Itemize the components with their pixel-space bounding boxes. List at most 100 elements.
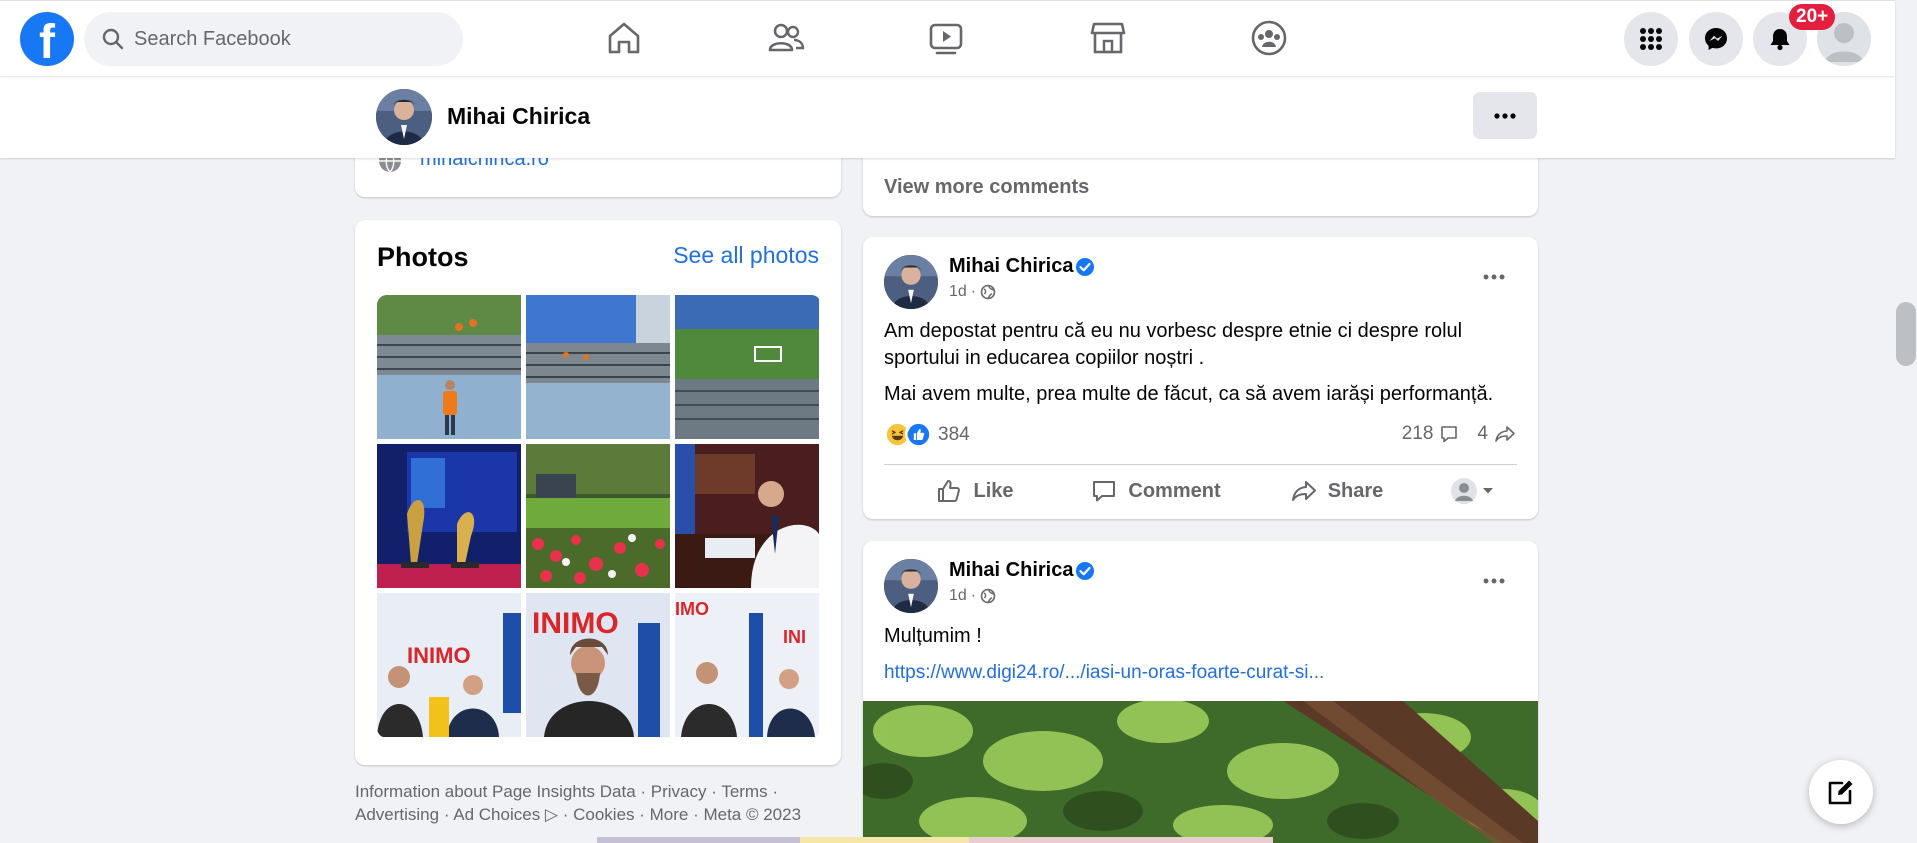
view-more-comments-link[interactable]: View more comments [884, 176, 1089, 199]
photo-thumbnail[interactable] [377, 295, 521, 439]
watch-icon [929, 23, 963, 55]
search-input[interactable] [134, 12, 444, 66]
next-image-edge [597, 837, 1273, 843]
post-author-avatar[interactable] [884, 255, 938, 309]
share-button[interactable]: Share [1246, 470, 1427, 512]
more-horizontal-icon [1483, 578, 1505, 584]
post-timestamp[interactable]: 1d [949, 283, 967, 301]
post-meta: 1d · [949, 283, 996, 301]
post-text-paragraph: Mai avem multe, prea multe de făcut, ca … [884, 383, 1494, 405]
see-all-photos-link[interactable]: See all photos [673, 242, 819, 269]
svg-text:IMO: IMO [675, 599, 709, 619]
search-icon [102, 28, 124, 50]
like-button[interactable]: Like [884, 470, 1065, 512]
football-pitch-image [675, 295, 819, 439]
marketplace-icon [1090, 22, 1126, 54]
panel-discussion-image: IMO INI [675, 593, 819, 737]
post-options-button[interactable] [1472, 559, 1516, 603]
portrait-image [884, 255, 938, 309]
desk-signing-image [675, 444, 819, 588]
photo-grid: INIMO INIMO IMO INI [377, 295, 821, 738]
meta-separator: · [970, 587, 977, 604]
nav-friends[interactable] [767, 19, 805, 57]
scrollbar-thumb[interactable] [1896, 302, 1916, 366]
tree-foliage-image [863, 701, 1538, 843]
reaction-summary[interactable]: 384 [884, 421, 970, 448]
public-globe-icon [980, 588, 996, 604]
page-more-button[interactable] [1473, 92, 1537, 139]
post-external-link[interactable]: https://www.digi24.ro/.../iasi-un-oras-f… [884, 662, 1324, 684]
bell-icon [1770, 29, 1790, 51]
post-author-name[interactable]: Mihai Chirica [949, 255, 1073, 278]
more-horizontal-icon [1494, 112, 1516, 119]
post-card: Mihai Chirica 1d · Mulțumim ! https://ww… [863, 541, 1538, 843]
awards-stage-image [377, 444, 521, 588]
reaction-count: 384 [938, 423, 970, 445]
post-meta: 1d · [949, 587, 996, 605]
svg-text:INI: INI [783, 627, 806, 647]
nav-marketplace[interactable] [1089, 19, 1127, 57]
post-text-paragraph: Am depostat pentru că eu nu vorbesc desp… [884, 320, 1463, 369]
nav-home[interactable] [605, 19, 643, 57]
photo-thumbnail[interactable]: IMO INI [675, 593, 819, 737]
photo-thumbnail[interactable] [675, 444, 819, 588]
comment-icon [1093, 481, 1116, 502]
portrait-image [376, 89, 432, 145]
nav-groups[interactable] [1250, 19, 1288, 57]
messenger-icon [1705, 28, 1727, 50]
comment-label: Comment [1128, 479, 1221, 502]
portrait-image [884, 559, 938, 613]
photo-thumbnail[interactable] [675, 295, 819, 439]
photos-heading: Photos [377, 242, 469, 272]
search-box[interactable] [84, 12, 463, 66]
stadium-construction-image [377, 295, 521, 439]
share-label: Share [1327, 479, 1384, 502]
top-navigation-bar: f [0, 0, 1895, 76]
more-horizontal-icon [1483, 274, 1505, 280]
share-count[interactable]: 4 [1477, 423, 1488, 445]
photo-thumbnail[interactable] [526, 295, 670, 439]
post-timestamp[interactable]: 1d [949, 587, 967, 605]
facebook-logo[interactable]: f [20, 12, 74, 66]
comment-button[interactable]: Comment [1065, 470, 1246, 512]
stadium-stand-image [526, 295, 670, 439]
photo-thumbnail[interactable] [377, 444, 521, 588]
post-author-avatar[interactable] [884, 559, 938, 613]
page-avatar[interactable] [376, 89, 432, 145]
photo-thumbnail[interactable]: INIMO [526, 593, 670, 737]
thumbs-up-icon [938, 480, 961, 502]
post-text: Mulțumim ! [884, 625, 982, 647]
photos-card: Photos See all photos INIMO INIMO IMO IN… [355, 220, 841, 765]
groups-icon [1251, 20, 1287, 56]
flower-garden-image [526, 444, 670, 588]
menu-button[interactable] [1624, 12, 1678, 66]
actions-divider [884, 464, 1517, 465]
chevron-down-icon [1483, 488, 1493, 494]
scrollbar-track[interactable] [1895, 76, 1917, 843]
post-actions: Like Comment Share [884, 470, 1517, 512]
compose-icon [1828, 780, 1853, 805]
notification-count-badge: 20+ [1789, 4, 1836, 30]
engagement-stats: 218 4 [1402, 423, 1516, 445]
messenger-button[interactable] [1689, 12, 1743, 66]
svg-text:INIMO: INIMO [407, 643, 471, 668]
react-as-selector[interactable] [1427, 477, 1517, 505]
page-title[interactable]: Mihai Chirica [447, 103, 590, 130]
meta-separator: · [970, 283, 977, 300]
post-image[interactable] [863, 701, 1538, 843]
new-message-button[interactable] [1809, 760, 1873, 824]
post-options-button[interactable] [1472, 255, 1516, 299]
like-label: Like [973, 479, 1014, 502]
like-reaction-icon [905, 421, 932, 448]
page-sticky-header: Mihai Chirica [0, 76, 1895, 158]
post-author-name[interactable]: Mihai Chirica [949, 559, 1073, 582]
footer-links[interactable]: Information about Page Insights Data · P… [355, 780, 845, 826]
post-card: Mihai Chirica 1d · Am depostat pentru că… [863, 237, 1538, 519]
comment-count[interactable]: 218 [1402, 423, 1434, 445]
verified-badge-icon [1076, 562, 1094, 580]
comment-bubble-icon [1441, 426, 1458, 443]
public-globe-icon [980, 284, 996, 300]
photo-thumbnail[interactable]: INIMO [377, 593, 521, 737]
photo-thumbnail[interactable] [526, 444, 670, 588]
nav-watch[interactable] [927, 19, 965, 57]
